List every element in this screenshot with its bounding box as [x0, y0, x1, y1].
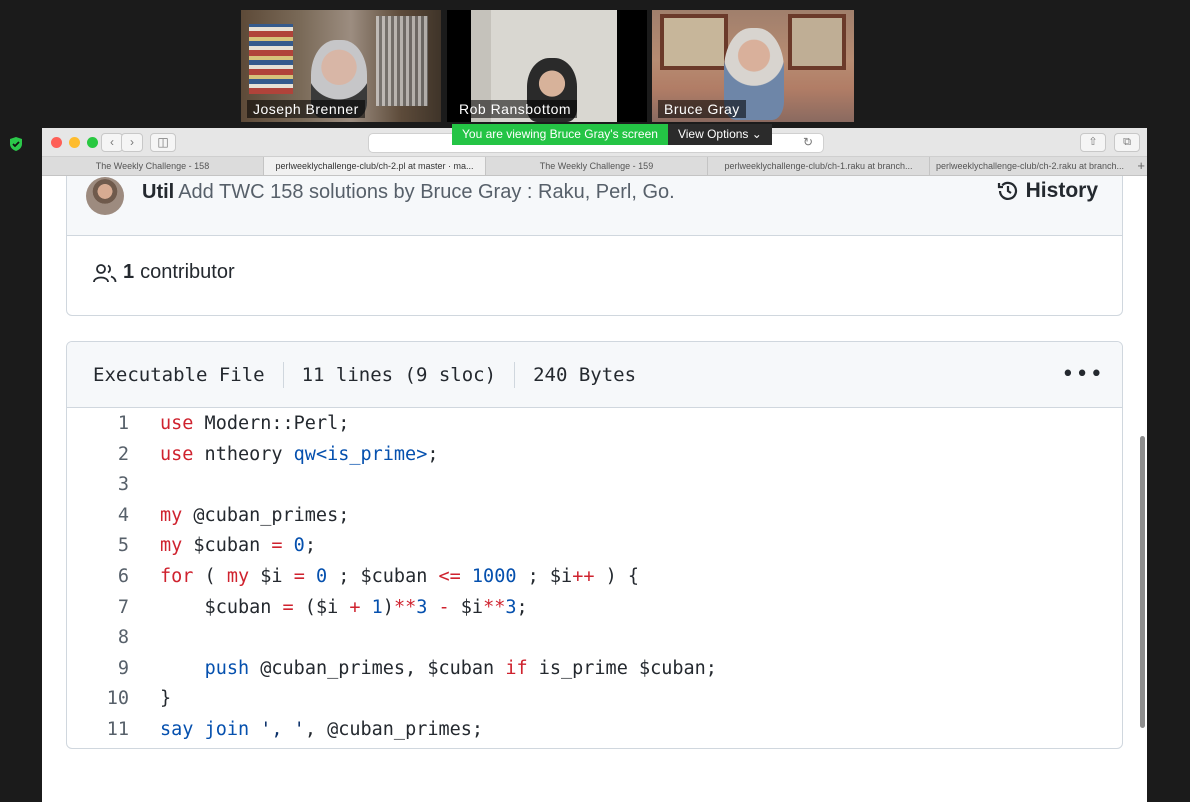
line-number[interactable]: 6	[67, 562, 129, 593]
code-text: use Modern::Perl;	[160, 413, 350, 434]
code-line: 5 my $cuban = 0;	[67, 531, 1122, 562]
code-text: my @cuban_primes;	[160, 504, 350, 526]
browser-tab-active[interactable]: perlweeklychallenge-club/ch-2.pl at mast…	[264, 157, 486, 175]
participant-name: Bruce Gray	[658, 100, 746, 118]
history-button[interactable]: History	[996, 179, 1098, 203]
line-number[interactable]: 9	[67, 654, 129, 685]
reload-icon[interactable]: ↻	[803, 135, 813, 149]
share-message: You are viewing Bruce Gray's screen	[452, 124, 668, 145]
code-line: 10}	[67, 684, 1122, 715]
code-line: 4 my @cuban_primes;	[67, 501, 1122, 532]
avatar[interactable]	[86, 177, 124, 215]
commit-message-link[interactable]: Add TWC 158 solutions by Bruce Gray : Ra…	[178, 181, 675, 203]
code-line: 7 $cuban = ($i + 1)**3 - $i**3;	[67, 593, 1122, 624]
code-listing[interactable]: 1 use Modern::Perl;2 use ntheory qw<is_pri…	[67, 409, 1122, 746]
new-tab-icon[interactable]: +	[1137, 157, 1145, 175]
history-label: History	[1025, 179, 1098, 202]
more-options-icon[interactable]: •••	[1061, 362, 1104, 387]
participant-tile-bruce-active-speaker[interactable]: Bruce Gray	[652, 10, 854, 122]
minimize-window-button[interactable]	[69, 137, 80, 148]
line-number[interactable]: 5	[67, 531, 129, 562]
participant-tile-rob[interactable]: Rob Ransbottom	[447, 10, 647, 122]
browser-tab[interactable]: The Weekly Challenge - 158	[42, 157, 264, 175]
line-number[interactable]: 4	[67, 501, 129, 532]
code-line: 1 use Modern::Perl;	[67, 409, 1122, 440]
page-scrollbar[interactable]	[1140, 436, 1145, 728]
code-text: my $cuban = 0;	[160, 535, 316, 557]
browser-tab[interactable]: The Weekly Challenge - 159	[486, 157, 708, 175]
show-tabs-icon[interactable]: ⧉	[1114, 133, 1140, 152]
participant-tile-joseph[interactable]: Joseph Brenner	[241, 10, 441, 122]
line-number[interactable]: 7	[67, 593, 129, 624]
commit-author-link[interactable]: Util	[142, 181, 174, 203]
browser-tab[interactable]: perlweeklychallenge-club/ch-1.raku at br…	[708, 157, 930, 175]
view-options-button[interactable]: View Options ⌄	[667, 124, 772, 145]
security-shield-icon[interactable]	[8, 136, 24, 152]
code-text: for ( my $i = 0 ; $cuban <= 1000 ; $i++ …	[160, 565, 640, 587]
browser-window: ‹ › ◫ ↻ ⇧ ⧉ The Weekly Challenge - 158 p…	[42, 128, 1147, 802]
participant-name: Joseph Brenner	[247, 100, 365, 118]
contributor-label: contributor	[140, 261, 235, 283]
chevron-down-icon: ⌄	[751, 127, 762, 141]
sidebar-toggle-icon[interactable]: ◫	[150, 133, 176, 152]
share-icon[interactable]: ⇧	[1080, 133, 1106, 152]
forward-button[interactable]: ›	[121, 133, 143, 152]
file-line-count: 11 lines (9 sloc)	[301, 363, 497, 386]
code-text: }	[160, 688, 172, 710]
line-number[interactable]: 8	[67, 623, 129, 654]
browser-tab[interactable]: perlweeklychallenge-club/ch-2.raku at br…	[930, 157, 1130, 175]
line-number[interactable]: 2	[67, 440, 129, 471]
contributor-count: 1	[123, 261, 135, 283]
close-window-button[interactable]	[51, 137, 62, 148]
view-options-label: View Options	[677, 127, 749, 141]
code-line: 11 say join ', ', @cuban_primes;	[67, 715, 1122, 746]
code-line: 9 push @cuban_primes, $cuban if is_prime…	[67, 654, 1122, 685]
github-page: Util Add TWC 158 solutions by Bruce Gray …	[42, 176, 1147, 802]
file-type: Executable File	[93, 363, 265, 386]
code-text: say join ', ', @cuban_primes;	[160, 718, 484, 740]
code-text: use ntheory qw<is_prime>;	[160, 443, 439, 465]
fullscreen-window-button[interactable]	[87, 137, 98, 148]
code-line: 3	[67, 470, 1122, 501]
line-number[interactable]: 10	[67, 684, 129, 715]
line-number[interactable]: 3	[67, 470, 129, 501]
file-viewer: Executable File 11 lines (9 sloc) 240 By…	[66, 341, 1123, 749]
contributors-summary[interactable]: 1 contributor	[93, 261, 235, 284]
back-button[interactable]: ‹	[101, 133, 123, 152]
browser-tab-strip: The Weekly Challenge - 158 perlweeklycha…	[42, 157, 1147, 176]
latest-commit: Util Add TWC 158 solutions by Bruce Gray …	[142, 181, 675, 204]
people-icon	[93, 263, 117, 282]
latest-commit-header: Util Add TWC 158 solutions by Bruce Gray …	[67, 176, 1122, 236]
participant-name: Rob Ransbottom	[453, 100, 578, 118]
line-number[interactable]: 1	[67, 409, 129, 440]
line-number[interactable]: 11	[67, 715, 129, 746]
divider	[282, 361, 284, 388]
commit-box: Util Add TWC 158 solutions by Bruce Gray …	[66, 176, 1123, 316]
code-line: 8	[67, 623, 1122, 654]
code-text: push @cuban_primes, $cuban if is_prime $…	[204, 657, 717, 679]
code-line: 2 use ntheory qw<is_prime>;	[67, 440, 1122, 471]
code-text: $cuban = ($i + 1)**3 - $i**3;	[160, 596, 528, 618]
divider	[514, 361, 516, 388]
code-line: 6 for ( my $i = 0 ; $cuban <= 1000 ; $i++…	[67, 562, 1122, 593]
file-size: 240 Bytes	[533, 363, 637, 386]
screen-share-banner: You are viewing Bruce Gray's screen View…	[452, 124, 772, 145]
file-info-bar: Executable File 11 lines (9 sloc) 240 By…	[67, 342, 1122, 408]
history-icon	[997, 181, 1017, 200]
